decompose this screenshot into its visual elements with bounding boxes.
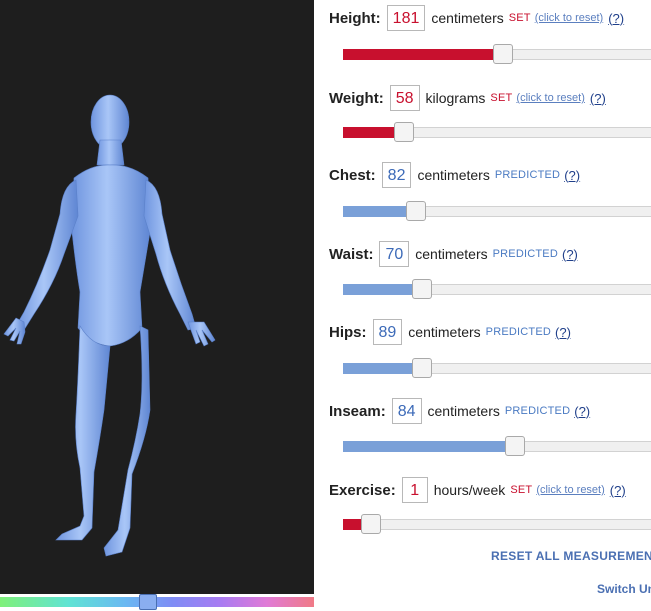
exercise-unit: hours/week <box>433 482 506 498</box>
switch-units-link[interactable]: Switch Units <box>597 582 651 596</box>
waist-help-link[interactable]: (?) <box>562 247 578 262</box>
weight-help-link[interactable]: (?) <box>590 91 606 106</box>
weight-slider-thumb[interactable] <box>394 122 414 142</box>
height-row: Height: 181 centimeters SET (click to re… <box>329 4 624 32</box>
hips-slider-thumb[interactable] <box>412 358 432 378</box>
inseam-value-input[interactable]: 84 <box>391 398 422 424</box>
hips-slider-fill <box>343 363 422 374</box>
inseam-help-link[interactable]: (?) <box>574 404 590 419</box>
inseam-slider-thumb[interactable] <box>505 436 525 456</box>
waist-label: Waist: <box>329 245 374 263</box>
inseam-row: Inseam: 84 centimeters PREDICTED (?) <box>329 397 590 425</box>
weight-status: SET <box>490 92 513 104</box>
chest-row: Chest: 82 centimeters PREDICTED (?) <box>329 161 580 189</box>
height-slider[interactable] <box>343 44 651 64</box>
waist-value-input[interactable]: 70 <box>379 241 410 267</box>
height-status: SET <box>508 12 531 24</box>
waist-slider-fill <box>343 284 422 295</box>
height-value-input[interactable]: 181 <box>386 5 426 31</box>
weight-row: Weight: 58 kilograms SET (click to reset… <box>329 84 606 112</box>
chest-status: PREDICTED <box>494 169 561 181</box>
body-model-viewer[interactable] <box>0 0 314 594</box>
exercise-row: Exercise: 1 hours/week SET (click to res… <box>329 476 626 504</box>
inseam-slider-fill <box>343 441 515 452</box>
exercise-reset-link[interactable]: (click to reset) <box>536 484 604 496</box>
body-model-figure <box>3 94 216 557</box>
color-slider[interactable] <box>0 594 314 611</box>
inseam-status: PREDICTED <box>504 405 571 417</box>
exercise-slider-thumb[interactable] <box>361 514 381 534</box>
weight-unit: kilograms <box>425 90 486 106</box>
hips-slider[interactable] <box>343 358 651 378</box>
color-slider-thumb[interactable] <box>139 594 158 610</box>
reset-all-measurements-button[interactable]: RESET ALL MEASUREMENTS <box>491 549 651 563</box>
height-help-link[interactable]: (?) <box>608 11 624 26</box>
chest-slider-thumb[interactable] <box>406 201 426 221</box>
waist-unit: centimeters <box>415 246 488 262</box>
exercise-slider-track[interactable] <box>343 519 651 530</box>
height-label: Height: <box>329 9 381 27</box>
weight-label: Weight: <box>329 89 384 107</box>
height-unit: centimeters <box>431 10 504 26</box>
inseam-slider[interactable] <box>343 436 651 456</box>
weight-slider[interactable] <box>343 122 651 142</box>
hips-label: Hips: <box>329 323 367 341</box>
weight-reset-link[interactable]: (click to reset) <box>516 92 584 104</box>
exercise-status: SET <box>510 484 533 496</box>
hips-value-input[interactable]: 89 <box>372 319 403 345</box>
waist-status: PREDICTED <box>492 248 558 260</box>
exercise-slider[interactable] <box>343 514 651 534</box>
height-slider-fill <box>343 49 503 60</box>
waist-row: Waist: 70 centimeters PREDICTED (?) <box>329 240 578 268</box>
chest-help-link[interactable]: (?) <box>564 168 580 183</box>
inseam-unit: centimeters <box>427 403 500 419</box>
exercise-label: Exercise: <box>329 481 396 499</box>
weight-value-input[interactable]: 58 <box>389 85 420 111</box>
chest-unit: centimeters <box>417 167 490 183</box>
exercise-value-input[interactable]: 1 <box>401 477 428 503</box>
chest-value-input[interactable]: 82 <box>381 162 412 188</box>
waist-slider-thumb[interactable] <box>412 279 432 299</box>
height-reset-link[interactable]: (click to reset) <box>535 12 603 24</box>
chest-slider[interactable] <box>343 201 651 221</box>
waist-slider[interactable] <box>343 279 651 299</box>
exercise-help-link[interactable]: (?) <box>610 483 626 498</box>
hips-help-link[interactable]: (?) <box>555 325 571 340</box>
hips-unit: centimeters <box>408 324 481 340</box>
inseam-label: Inseam: <box>329 402 386 420</box>
hips-status: PREDICTED <box>485 326 552 338</box>
chest-label: Chest: <box>329 166 376 184</box>
measurements-panel: Height: 181 centimeters SET (click to re… <box>329 0 651 611</box>
height-slider-thumb[interactable] <box>493 44 513 64</box>
hips-row: Hips: 89 centimeters PREDICTED (?) <box>329 318 571 346</box>
